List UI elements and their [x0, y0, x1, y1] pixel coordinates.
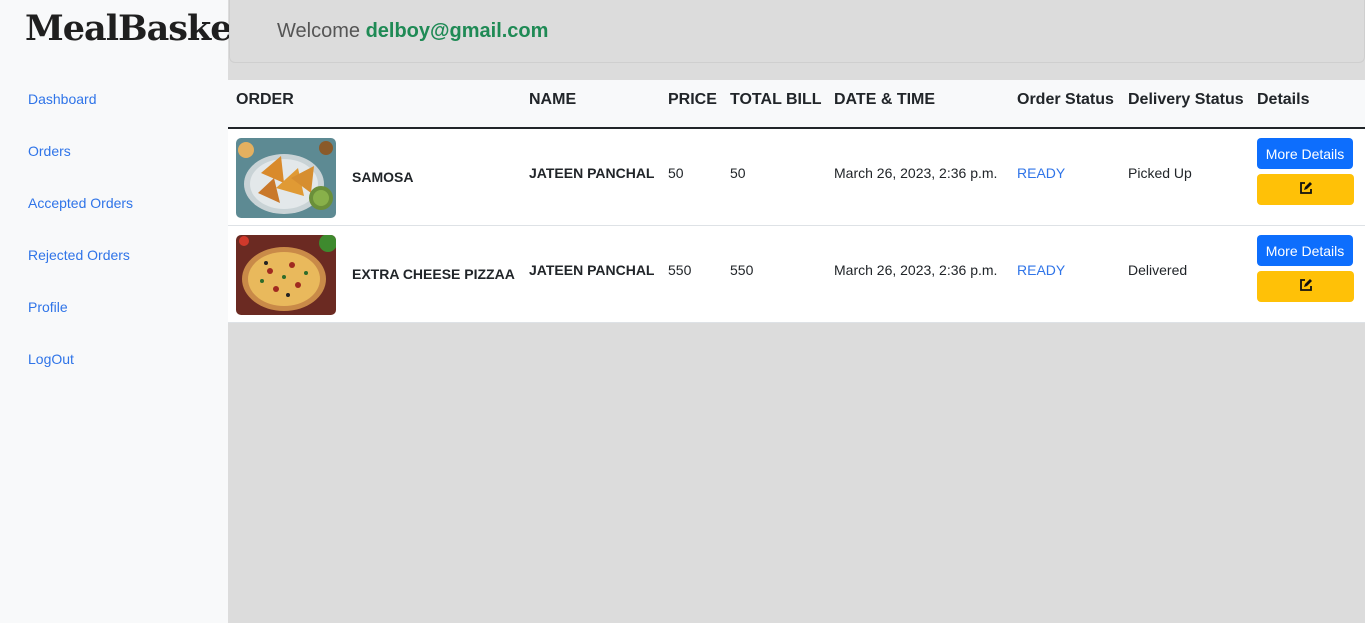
delivery-status: Delivered: [1128, 262, 1188, 278]
user-email: delboy@gmail.com: [365, 20, 549, 42]
welcome-label: Welcome: [277, 20, 360, 42]
header-price: PRICE: [668, 91, 717, 108]
order-datetime: March 26, 2023, 2:36 p.m.: [834, 165, 998, 181]
order-datetime: March 26, 2023, 2:36 p.m.: [834, 262, 998, 278]
samosa-image: [236, 138, 336, 218]
sidebar-item-logout[interactable]: LogOut: [28, 350, 133, 402]
sidebar: MealBasket Dashboard Orders Accepted Ord…: [0, 0, 248, 623]
sidebar-item-profile[interactable]: Profile: [28, 298, 133, 350]
more-details-button[interactable]: More Details: [1257, 235, 1353, 266]
order-status[interactable]: READY: [1017, 262, 1065, 278]
order-total: 550: [730, 262, 754, 278]
sidebar-nav: Dashboard Orders Accepted Orders Rejecte…: [28, 90, 133, 402]
order-item-name: EXTRA CHEESE PIZZAA: [352, 266, 515, 282]
top-header: Welcome delboy@gmail.com: [229, 0, 1365, 63]
sidebar-item-rejected-orders[interactable]: Rejected Orders: [28, 246, 133, 298]
header-delivery-status: Delivery Status: [1128, 91, 1244, 108]
header-date-time: DATE & TIME: [834, 91, 936, 108]
header-details: Details: [1257, 91, 1310, 108]
order-price: 550: [668, 262, 692, 278]
header-order-status: Order Status: [1017, 91, 1114, 108]
pizza-image: [236, 235, 336, 315]
order-status[interactable]: READY: [1017, 165, 1065, 181]
sidebar-item-accepted-orders[interactable]: Accepted Orders: [28, 194, 133, 246]
order-price: 50: [668, 165, 684, 181]
table-row: SAMOSA JATEEN PANCHAL 50 50 March 26, 20…: [228, 129, 1365, 226]
header-name: NAME: [529, 91, 577, 108]
sidebar-item-dashboard[interactable]: Dashboard: [28, 90, 133, 142]
more-details-button[interactable]: More Details: [1257, 138, 1353, 169]
order-item-name: SAMOSA: [352, 169, 414, 185]
welcome-message: Welcome delboy@gmail.com: [277, 20, 548, 43]
delivery-status: Picked Up: [1128, 165, 1192, 181]
orders-table: ORDER NAME PRICE TOTAL BILL DATE & TIME …: [228, 80, 1365, 323]
edit-icon: [1299, 181, 1313, 198]
edit-button[interactable]: [1257, 271, 1354, 302]
order-total: 50: [730, 165, 746, 181]
edit-icon: [1299, 278, 1313, 295]
customer-name: JATEEN PANCHAL: [529, 262, 655, 278]
table-header: ORDER NAME PRICE TOTAL BILL DATE & TIME …: [228, 80, 1365, 129]
brand-logo[interactable]: MealBasket: [25, 8, 248, 49]
edit-button[interactable]: [1257, 174, 1354, 205]
header-total-bill: TOTAL BILL: [730, 91, 822, 108]
header-order: ORDER: [236, 91, 294, 108]
customer-name: JATEEN PANCHAL: [529, 165, 655, 181]
table-row: EXTRA CHEESE PIZZAA JATEEN PANCHAL 550 5…: [228, 226, 1365, 323]
sidebar-item-orders[interactable]: Orders: [28, 142, 133, 194]
